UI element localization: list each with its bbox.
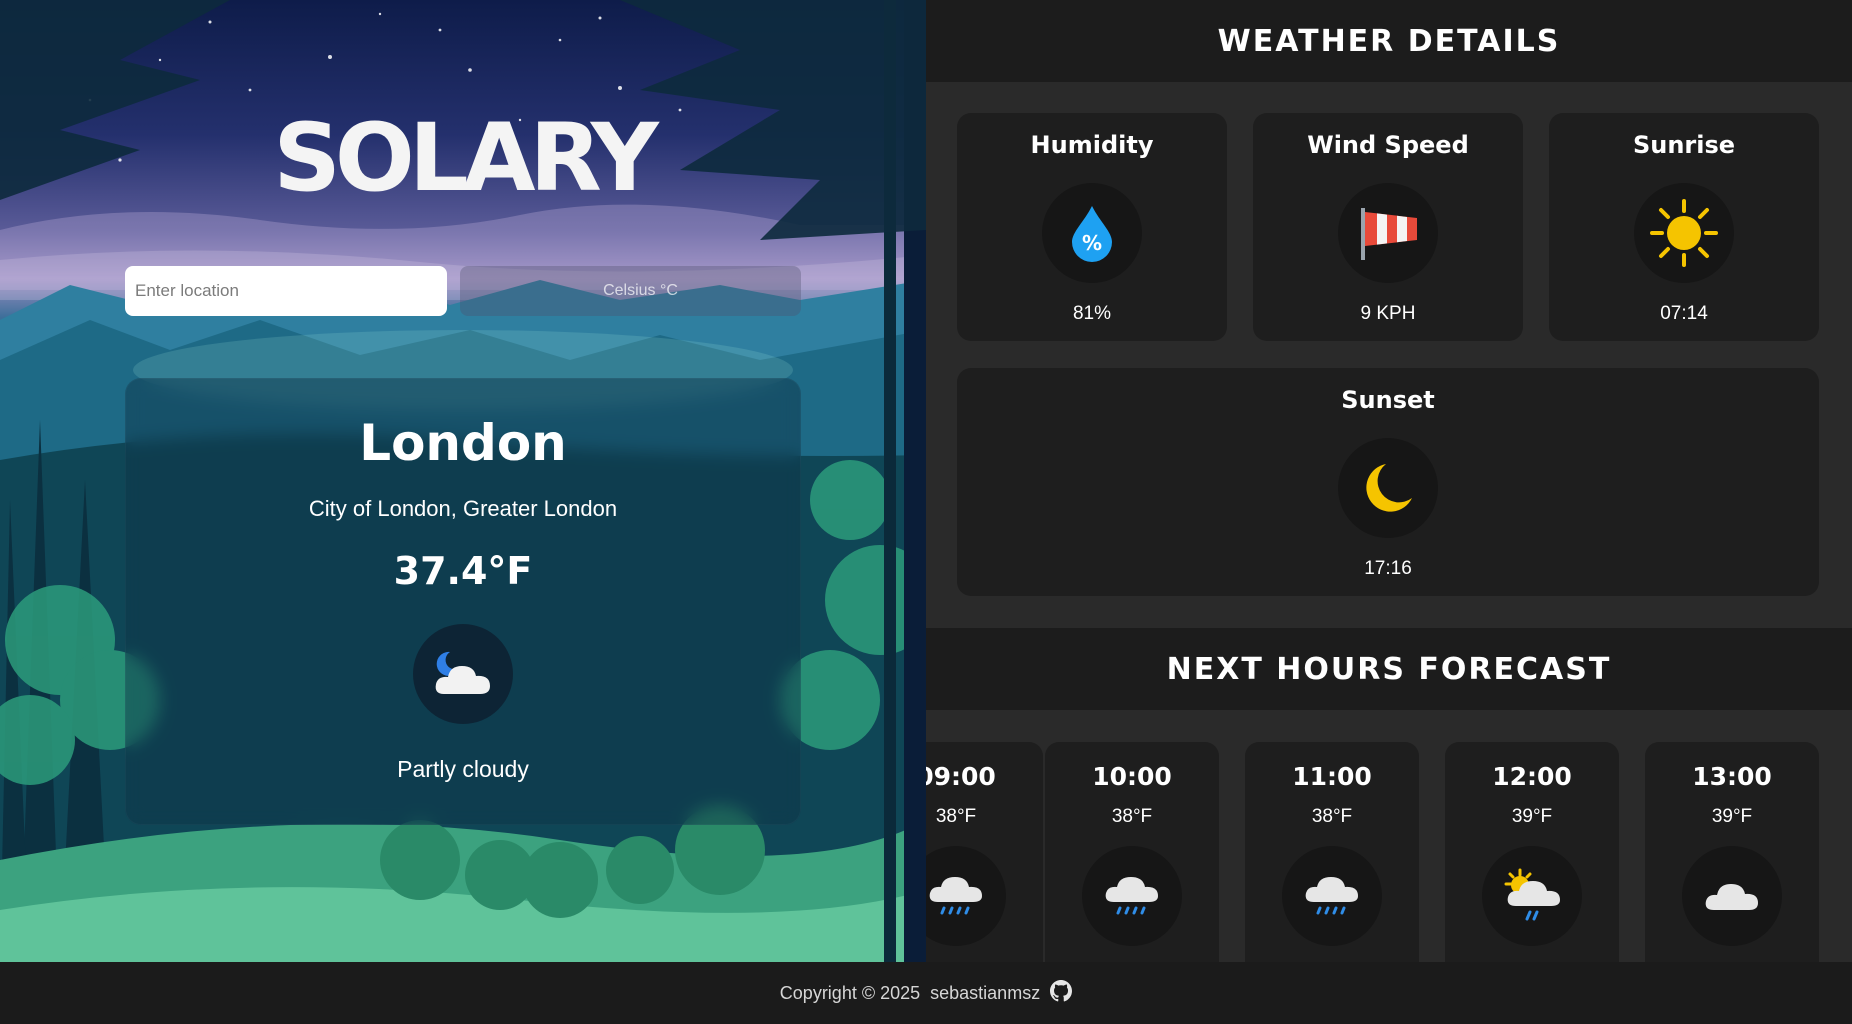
- weather-details-header: WEATHER DETAILS: [926, 0, 1852, 82]
- hour-time: 10:00: [1092, 762, 1172, 791]
- hour-card: 09:00 38°F: [926, 742, 1043, 962]
- hour-temp: 38°F: [1311, 806, 1353, 827]
- hour-time: 12:00: [1492, 762, 1572, 791]
- moon-icon: [1338, 438, 1438, 538]
- hour-temp: 39°F: [1711, 806, 1753, 827]
- sunrise-value: 07:14: [1660, 303, 1708, 324]
- hour-card: 12:00 39°F: [1445, 742, 1619, 962]
- humidity-value: 81%: [1072, 303, 1112, 324]
- wind-speed-label: Wind Speed: [1307, 131, 1469, 159]
- sunset-label: Sunset: [1341, 386, 1435, 414]
- humidity-card: Humidity % 81%: [957, 113, 1227, 341]
- sunset-card: Sunset 17:16: [957, 368, 1819, 596]
- region-name: City of London, Greater London: [308, 496, 618, 521]
- right-panel: WEATHER DETAILS Humidity % 81% Wind Spee…: [926, 0, 1852, 962]
- current-weather-card: London City of London, Greater London 37…: [125, 378, 801, 825]
- humidity-drop-icon: %: [1042, 183, 1142, 283]
- app-logo: SOLARY: [273, 104, 659, 213]
- wind-speed-card: Wind Speed 9 KPH: [1253, 113, 1523, 341]
- svg-text:%: %: [1082, 231, 1102, 255]
- github-icon[interactable]: [1050, 979, 1073, 1007]
- hour-card: 11:00 38°F: [1245, 742, 1419, 962]
- hour-time: 13:00: [1692, 762, 1772, 791]
- condition-text: Partly cloudy: [397, 756, 529, 782]
- city-name: London: [359, 414, 567, 472]
- sun-rain-cloud-icon: [1482, 846, 1582, 946]
- hour-time: 09:00: [926, 762, 996, 791]
- sun-icon: [1634, 183, 1734, 283]
- hour-temp: 38°F: [1111, 806, 1153, 827]
- hour-temp: 39°F: [1511, 806, 1553, 827]
- forecast-header: NEXT HOURS FORECAST: [926, 628, 1852, 710]
- night-partly-cloudy-icon: [413, 624, 513, 724]
- unit-select-value: Celsius °C: [603, 282, 678, 299]
- windsock-icon: [1338, 183, 1438, 283]
- humidity-label: Humidity: [1030, 131, 1154, 159]
- author-link[interactable]: sebastianmsz: [930, 983, 1040, 1004]
- sunrise-label: Sunrise: [1632, 131, 1736, 159]
- search-input[interactable]: [125, 266, 447, 316]
- left-panel: SOLARY Celsius °C London City of London,…: [0, 0, 926, 962]
- sunrise-card: Sunrise 07:14: [1549, 113, 1819, 341]
- unit-select[interactable]: Celsius °C: [460, 266, 801, 316]
- rain-cloud-icon: [926, 846, 1006, 946]
- rain-cloud-icon: [1082, 846, 1182, 946]
- hour-card: 10:00 38°F: [1045, 742, 1219, 962]
- current-temperature: 37.4°F: [393, 549, 533, 593]
- hour-card: 13:00 39°F: [1645, 742, 1819, 962]
- rain-cloud-icon: [1282, 846, 1382, 946]
- cloud-icon: [1682, 846, 1782, 946]
- copyright-text: Copyright © 2025: [779, 982, 921, 1003]
- sunset-value: 17:16: [1364, 558, 1412, 579]
- footer: Copyright © 2025 sebastianmsz: [0, 962, 1852, 1024]
- hour-temp: 38°F: [935, 806, 977, 827]
- hour-time: 11:00: [1292, 762, 1372, 791]
- wind-speed-value: 9 KPH: [1360, 303, 1416, 324]
